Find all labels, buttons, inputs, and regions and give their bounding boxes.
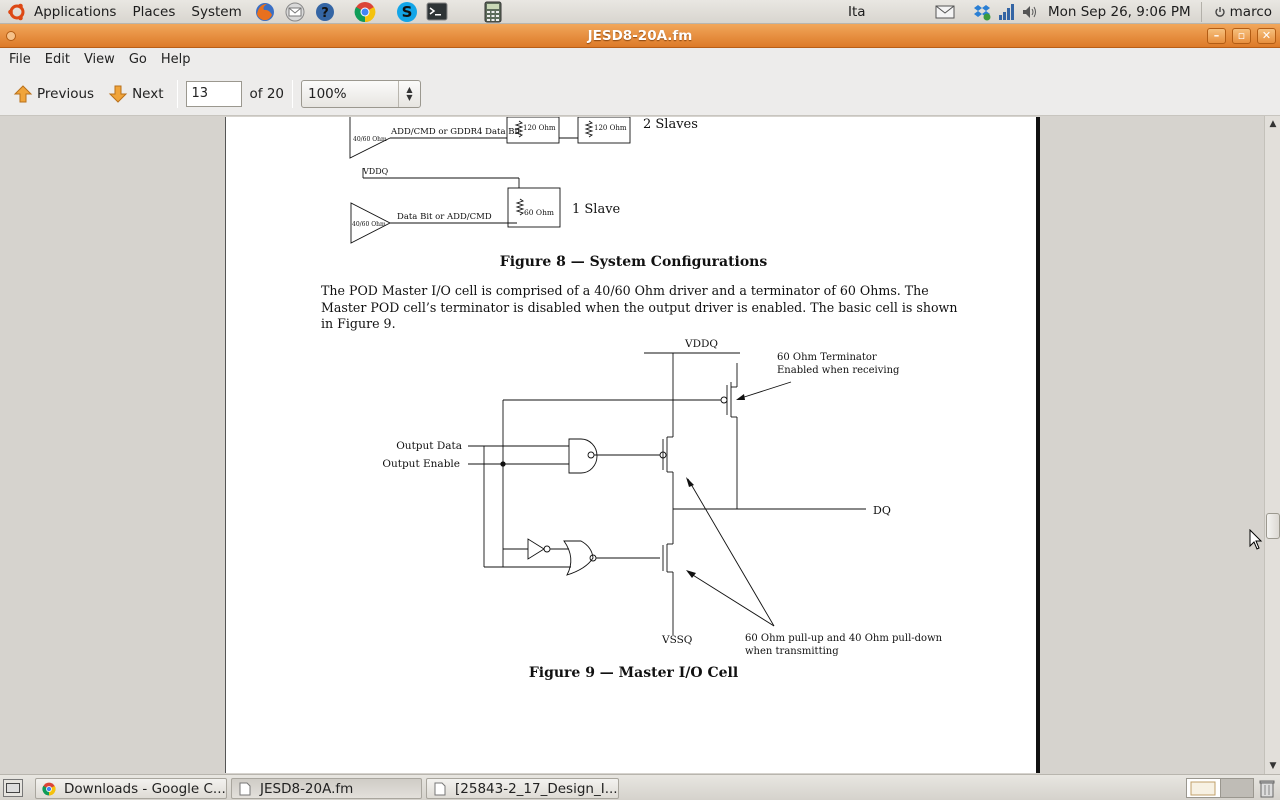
menu-edit[interactable]: Edit bbox=[38, 48, 77, 72]
window-title: JESD8-20A.fm bbox=[587, 28, 693, 44]
toolbar: Previous Next of 20 100% ▲▼ bbox=[0, 72, 1280, 116]
figure-9-diagram: VDDQ 60 Ohm Terminator Enabled when rece… bbox=[382, 338, 943, 657]
taskbar-item-document-viewer[interactable]: JESD8-20A.fm bbox=[231, 778, 422, 799]
clock[interactable]: Mon Sep 26, 9:06 PM bbox=[1042, 0, 1201, 24]
fig9-terminator-line2: Enabled when receiving bbox=[777, 365, 900, 376]
taskbar-item-label: JESD8-20A.fm bbox=[260, 780, 354, 797]
next-page-button[interactable]: Next bbox=[103, 78, 168, 110]
top-panel: Applications Places System ? S Ita Mon S… bbox=[0, 0, 1280, 24]
scroll-down-arrow-icon[interactable]: ▼ bbox=[1266, 759, 1280, 773]
help-icon[interactable]: ? bbox=[314, 1, 336, 23]
fig9-output-enable-label: Output Enable bbox=[382, 458, 460, 470]
page-count-label: of 20 bbox=[249, 85, 284, 102]
skype-icon[interactable]: S bbox=[396, 1, 418, 23]
fig9-dq-label: DQ bbox=[873, 504, 891, 517]
dropbox-icon[interactable] bbox=[971, 1, 993, 23]
workspace-1[interactable] bbox=[1187, 779, 1221, 797]
zoom-value: 100% bbox=[308, 85, 347, 102]
taskbar-item-label: Downloads - Google C... bbox=[64, 780, 226, 797]
svg-text:?: ? bbox=[321, 6, 329, 21]
fig9-output-data-label: Output Data bbox=[396, 440, 462, 452]
ubuntu-logo-icon[interactable] bbox=[6, 1, 28, 23]
document-page: 40/60 Ohm ADD/CMD or GDDR4 Data Bit 120 … bbox=[225, 117, 1040, 773]
user-menu[interactable]: marco bbox=[1202, 0, 1280, 24]
arrow-up-icon bbox=[13, 84, 33, 102]
workspace-2[interactable] bbox=[1221, 779, 1253, 797]
zoom-select[interactable]: 100% ▲ ▼ bbox=[301, 79, 421, 108]
fig9-pull-line1: 60 Ohm pull-up and 40 Ohm pull-down bbox=[745, 633, 943, 644]
document-icon bbox=[239, 782, 251, 795]
places-menu[interactable]: Places bbox=[124, 0, 183, 24]
mail-envelope-icon[interactable] bbox=[934, 1, 956, 23]
next-label: Next bbox=[132, 85, 164, 102]
mouse-pointer-icon bbox=[1249, 529, 1263, 550]
previous-label: Previous bbox=[37, 85, 95, 102]
menu-view[interactable]: View bbox=[77, 48, 122, 72]
menu-help[interactable]: Help bbox=[154, 48, 198, 72]
keyboard-layout-indicator[interactable]: Ita bbox=[840, 0, 874, 24]
vertical-scrollbar[interactable]: ▲ ▼ bbox=[1264, 116, 1280, 774]
taskbar-item-chrome[interactable]: Downloads - Google C... bbox=[35, 778, 227, 799]
scrollbar-thumb[interactable] bbox=[1266, 513, 1280, 539]
svg-text:S: S bbox=[401, 3, 412, 21]
toolbar-separator bbox=[292, 79, 293, 108]
zoom-spin-icon: ▲ ▼ bbox=[398, 80, 420, 107]
user-name: marco bbox=[1229, 4, 1272, 20]
system-menu[interactable]: System bbox=[183, 0, 249, 24]
firefox-icon[interactable] bbox=[254, 1, 276, 23]
menu-go[interactable]: Go bbox=[122, 48, 154, 72]
chrome-icon[interactable] bbox=[354, 1, 376, 23]
terminal-icon[interactable] bbox=[426, 1, 448, 23]
figure-9-caption: Figure 9 — Master I/O Cell bbox=[528, 665, 739, 681]
document-viewport[interactable]: 40/60 Ohm ADD/CMD or GDDR4 Data Bit 120 … bbox=[0, 117, 1264, 773]
document-icon bbox=[434, 782, 446, 795]
scroll-up-arrow-icon[interactable]: ▲ bbox=[1266, 117, 1280, 131]
applications-menu[interactable]: Applications bbox=[32, 0, 124, 24]
taskbar-item-label: [25843-2_17_Design_I... bbox=[455, 780, 618, 797]
menu-file[interactable]: File bbox=[2, 48, 38, 72]
fig9-vssq-label: VSSQ bbox=[661, 634, 693, 646]
volume-icon[interactable] bbox=[1019, 1, 1041, 23]
taskbar-item-design-doc[interactable]: [25843-2_17_Design_I... bbox=[426, 778, 619, 799]
power-icon bbox=[1214, 7, 1225, 17]
menubar: File Edit View Go Help bbox=[0, 48, 1280, 72]
close-button[interactable]: ✕ bbox=[1257, 28, 1276, 44]
arrow-down-icon bbox=[108, 85, 128, 103]
window-titlebar[interactable]: JESD8-20A.fm – ▫ ✕ bbox=[0, 24, 1280, 48]
bottom-panel: Downloads - Google C... JESD8-20A.fm [25… bbox=[0, 774, 1280, 800]
show-desktop-icon[interactable] bbox=[3, 779, 23, 797]
fig9-pull-line2: when transmitting bbox=[745, 646, 839, 657]
system-tray: Mon Sep 26, 9:06 PM marco bbox=[930, 0, 1280, 24]
fig9-vddq-label: VDDQ bbox=[684, 338, 718, 350]
previous-page-button[interactable]: Previous bbox=[8, 78, 99, 110]
minimize-button[interactable]: – bbox=[1207, 28, 1226, 44]
page-number-input[interactable] bbox=[185, 80, 242, 107]
calculator-icon[interactable] bbox=[482, 1, 504, 23]
trash-icon[interactable] bbox=[1258, 778, 1276, 798]
mail-icon[interactable] bbox=[284, 1, 306, 23]
workspace-switcher[interactable] bbox=[1186, 778, 1254, 798]
chrome-icon bbox=[42, 782, 56, 795]
maximize-button[interactable]: ▫ bbox=[1232, 28, 1251, 44]
fig9-terminator-line1: 60 Ohm Terminator bbox=[777, 352, 877, 363]
toolbar-separator bbox=[176, 79, 178, 108]
network-signal-icon[interactable] bbox=[995, 1, 1017, 23]
